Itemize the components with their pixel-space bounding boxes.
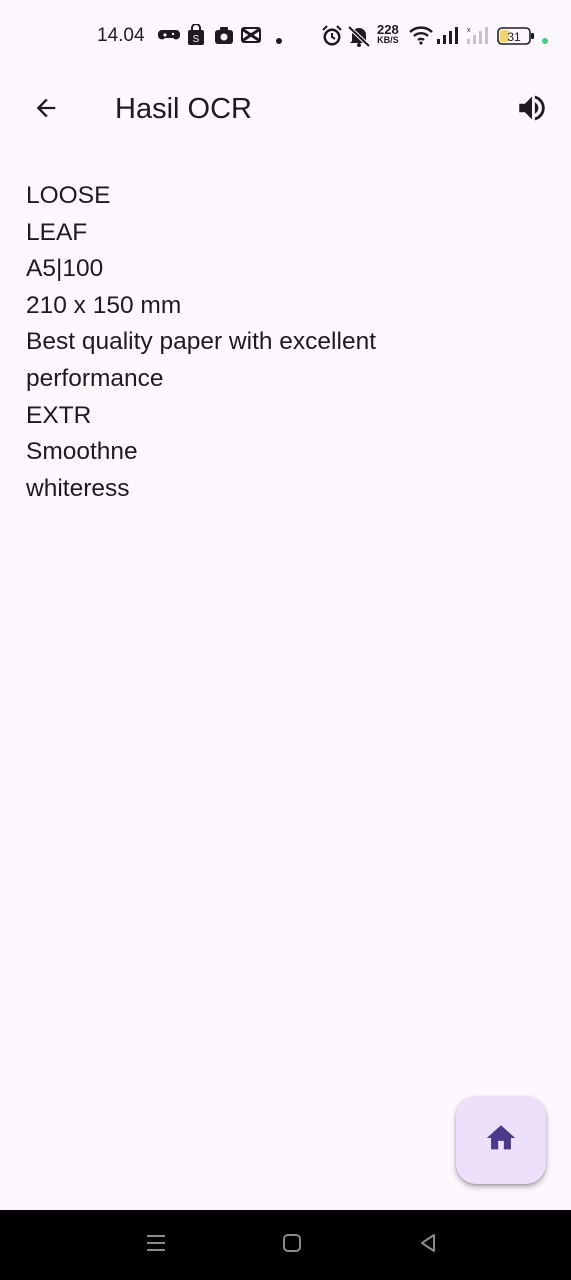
svg-text:S: S <box>193 34 200 45</box>
capcut-icon <box>240 26 262 49</box>
dot-icon <box>275 32 283 50</box>
volume-up-icon <box>515 91 549 130</box>
game-controller-icon <box>158 26 180 49</box>
page-title: Hasil OCR <box>115 93 252 125</box>
shopping-bag-icon: S <box>187 23 205 51</box>
app-bar: Hasil OCR <box>0 72 571 148</box>
ocr-line: whiteress <box>26 474 130 502</box>
speak-button[interactable] <box>508 86 556 134</box>
ocr-line: LOOSE <box>26 182 111 209</box>
ocr-line: performance <box>26 364 164 392</box>
menu-icon <box>145 1232 167 1259</box>
ocr-line: EXTR <box>26 401 92 429</box>
arrow-back-icon <box>32 94 60 127</box>
mute-icon <box>346 25 372 52</box>
system-nav-bar <box>0 1210 571 1280</box>
back-button[interactable] <box>22 86 70 134</box>
alarm-icon <box>321 25 343 52</box>
back-triangle-icon <box>417 1232 439 1259</box>
ocr-line: LEAF <box>26 218 88 246</box>
battery-icon: 31 <box>497 26 535 51</box>
svg-text:31: 31 <box>507 30 521 44</box>
network-speed: 228 KB/S <box>377 22 399 45</box>
ocr-line: Best quality paper with excellent <box>26 328 376 356</box>
recent-apps-button[interactable] <box>141 1230 171 1260</box>
home-icon <box>484 1121 518 1160</box>
status-bar: 14.04 S 228 KB/S x 31 <box>0 0 571 72</box>
home-fab-button[interactable] <box>456 1096 546 1184</box>
battery-dot-icon <box>541 32 549 50</box>
ocr-line: A5|100 <box>26 255 104 283</box>
home-nav-button[interactable] <box>277 1230 307 1260</box>
home-square-icon <box>281 1232 303 1259</box>
back-nav-button[interactable] <box>413 1230 443 1260</box>
svg-text:x: x <box>467 27 471 34</box>
ocr-line: Smoothne <box>26 438 138 466</box>
ocr-result-text: LOOSE LEAF A5|100 210 x 150 mm Best qual… <box>26 178 546 507</box>
status-time: 14.04 <box>97 25 145 46</box>
camera-icon <box>214 25 234 50</box>
wifi-icon <box>409 25 433 50</box>
signal-icon: x <box>437 27 493 50</box>
ocr-line: 210 x 150 mm <box>26 291 182 319</box>
